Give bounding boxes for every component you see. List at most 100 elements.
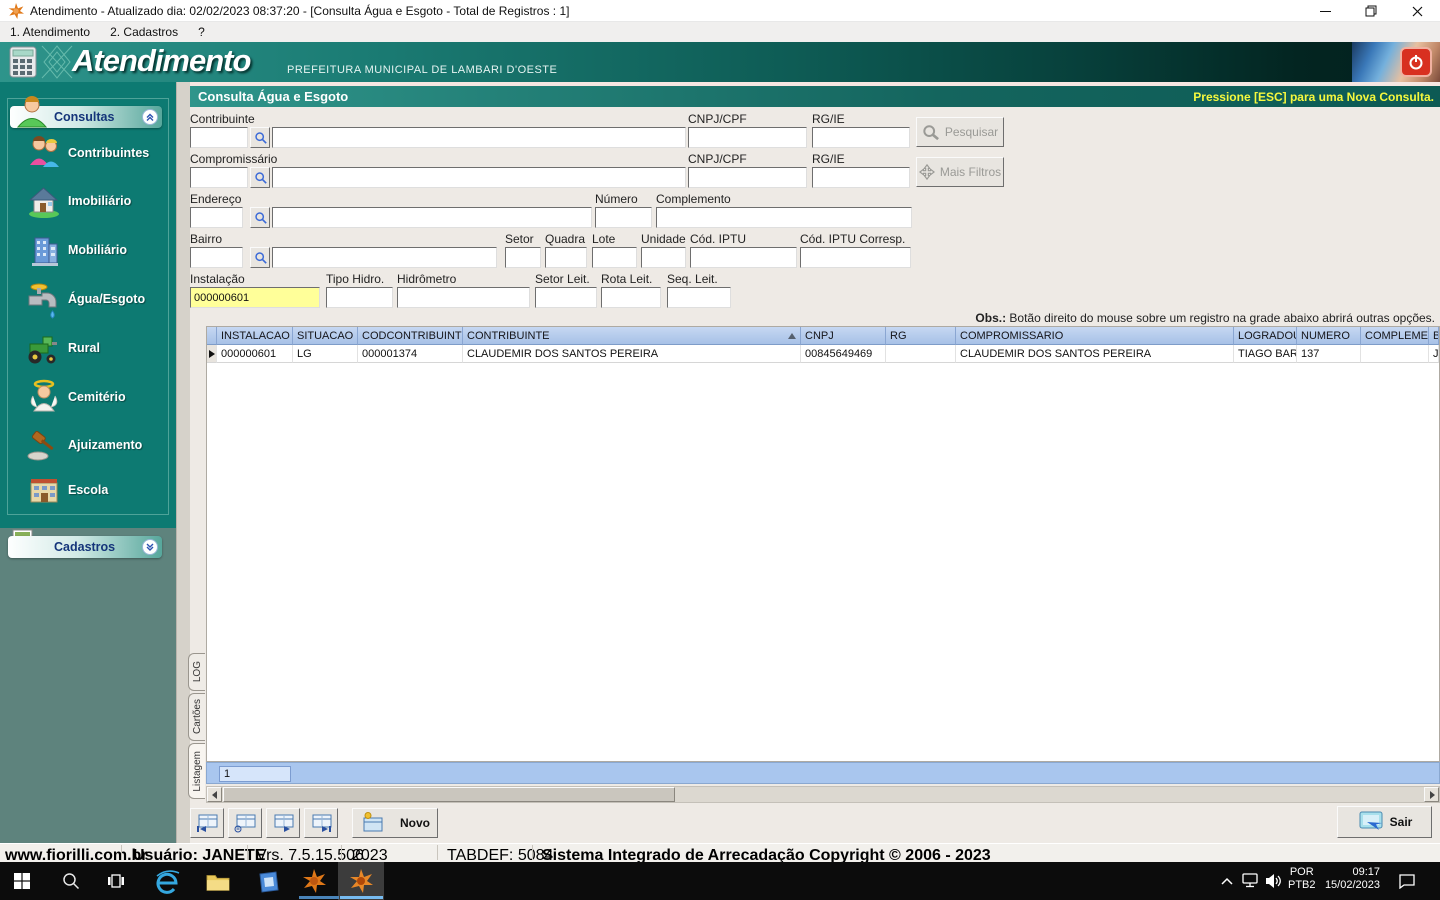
maximize-button[interactable] [1348, 0, 1394, 22]
col-cnpj[interactable]: CNPJ [801, 327, 886, 345]
power-exit-icon[interactable] [1400, 47, 1432, 77]
sair-button[interactable]: Sair [1337, 806, 1432, 838]
endereco-code-input[interactable] [190, 207, 243, 228]
col-numero[interactable]: NUMERO [1297, 327, 1361, 345]
compromissario-code-input[interactable] [190, 167, 248, 188]
seq-leit-input[interactable] [667, 287, 731, 308]
volume-icon[interactable] [1264, 872, 1282, 890]
grid-horizontal-scrollbar[interactable] [206, 786, 1440, 803]
expand-cadastros-button[interactable] [142, 539, 158, 555]
endereco-search-button[interactable] [250, 207, 270, 228]
compromissario-name-input[interactable] [272, 167, 686, 188]
close-button[interactable] [1394, 0, 1440, 22]
menu-atendimento[interactable]: 1. Atendimento [0, 22, 100, 42]
novo-button[interactable]: Novo [352, 808, 438, 838]
running-app-icon[interactable] [302, 869, 326, 893]
sidebar-item-cemiterio[interactable]: Cemitério [68, 390, 126, 404]
sidebar-item-imobiliario[interactable]: Imobiliário [68, 194, 131, 208]
col-instalacao[interactable]: INSTALACAO [217, 327, 293, 345]
minimize-button[interactable] [1302, 0, 1348, 22]
contribuinte-name-input[interactable] [272, 127, 686, 148]
taskbar-search-icon[interactable] [62, 872, 80, 890]
scrollbar-thumb[interactable] [223, 787, 675, 802]
contribuinte-search-button[interactable] [250, 127, 270, 148]
sidebar-item-escola[interactable]: Escola [68, 483, 108, 497]
last-record-button[interactable] [304, 808, 338, 838]
compromissario-rg-input[interactable] [812, 167, 910, 188]
mais-filtros-button[interactable]: Mais Filtros [916, 157, 1004, 187]
start-button-icon[interactable] [14, 873, 30, 889]
col-situacao[interactable]: SITUACAO [293, 327, 358, 345]
cell-instalacao: 000000601 [217, 345, 293, 363]
lote-input[interactable] [592, 247, 637, 268]
notification-center-icon[interactable] [1398, 873, 1416, 889]
col-codcontribuinte[interactable]: CODCONTRIBUINTE [358, 327, 463, 345]
cod-iptu-corresp-input[interactable] [800, 247, 911, 268]
col-bairro[interactable]: BA [1429, 327, 1439, 345]
numero-input[interactable] [595, 207, 652, 228]
tipo-hidro-input[interactable] [326, 287, 393, 308]
page-number-box[interactable]: 1 [219, 766, 291, 782]
running-app-indicator [299, 896, 339, 899]
table-row[interactable]: 000000601 LG 000001374 CLAUDEMIR DOS SAN… [207, 345, 1439, 363]
prior-record-button[interactable] [228, 808, 262, 838]
tray-chevron-up-icon[interactable] [1220, 876, 1234, 886]
first-record-button[interactable] [190, 808, 224, 838]
cod-iptu-input[interactable] [690, 247, 797, 268]
rota-leit-input[interactable] [601, 287, 661, 308]
active-app-icon[interactable] [349, 869, 373, 893]
col-compromissario[interactable]: COMPROMISSARIO [956, 327, 1234, 345]
tab-listagem[interactable]: Listagem [188, 743, 205, 799]
compromissario-cnpj-input[interactable] [688, 167, 807, 188]
sidebar-section-cadastros[interactable]: Cadastros [8, 536, 162, 558]
pesquisar-label: Pesquisar [944, 125, 999, 139]
internet-explorer-icon[interactable] [155, 868, 181, 894]
contribuinte-cnpj-input[interactable] [688, 127, 807, 148]
pesquisar-button[interactable]: Pesquisar [916, 117, 1004, 147]
contribuinte-code-input[interactable] [190, 127, 248, 148]
bairro-name-input[interactable] [272, 247, 497, 268]
minimize-icon [1319, 10, 1331, 12]
tab-log[interactable]: LOG [188, 653, 205, 691]
contribuinte-rg-input[interactable] [812, 127, 910, 148]
next-record-button[interactable] [266, 808, 300, 838]
calculator-icon [9, 46, 37, 78]
scroll-right-button[interactable] [1424, 787, 1439, 802]
bairro-code-input[interactable] [190, 247, 243, 268]
language-indicator[interactable]: POR PTB2 [1288, 866, 1316, 892]
network-icon[interactable] [1242, 873, 1260, 889]
setor-input[interactable] [505, 247, 541, 268]
hidrometro-input[interactable] [397, 287, 530, 308]
col-logradouro[interactable]: LOGRADOU [1234, 327, 1297, 345]
col-rg[interactable]: RG [886, 327, 956, 345]
status-divider [437, 845, 438, 860]
endereco-name-input[interactable] [272, 207, 592, 228]
sidebar-item-ajuizamento[interactable]: Ajuizamento [68, 438, 142, 452]
scroll-left-button[interactable] [207, 787, 222, 802]
sidebar-item-contribuintes[interactable]: Contribuintes [68, 146, 149, 160]
clock[interactable]: 09:17 15/02/2023 [1322, 866, 1380, 892]
current-row-arrow-icon [208, 349, 215, 358]
window-titlebar: Atendimento - Atualizado dia: 02/02/2023… [0, 0, 1440, 22]
complemento-input[interactable] [656, 207, 912, 228]
compromissario-search-button[interactable] [250, 167, 270, 188]
task-view-icon[interactable] [108, 873, 124, 889]
menu-help[interactable]: ? [188, 22, 215, 42]
sidebar-item-rural[interactable]: Rural [68, 341, 100, 355]
instalacao-input[interactable]: 000000601 [190, 287, 320, 308]
blue-app-icon[interactable] [256, 870, 280, 894]
window-title: Atendimento - Atualizado dia: 02/02/2023… [30, 4, 570, 18]
collapse-consultas-button[interactable] [142, 109, 158, 125]
unidade-input[interactable] [641, 247, 686, 268]
bairro-search-button[interactable] [250, 247, 270, 268]
col-contribuinte[interactable]: CONTRIBUINTE [463, 327, 801, 345]
magnifier-icon [254, 252, 267, 264]
sidebar-item-agua-esgoto[interactable]: Água/Esgoto [68, 292, 145, 306]
setor-leit-input[interactable] [535, 287, 597, 308]
file-explorer-icon[interactable] [205, 871, 231, 893]
menu-cadastros[interactable]: 2. Cadastros [100, 22, 188, 42]
sidebar-item-mobiliario[interactable]: Mobiliário [68, 243, 127, 257]
quadra-input[interactable] [545, 247, 587, 268]
tab-cartoes[interactable]: Cartões [188, 693, 205, 741]
col-complemento[interactable]: COMPLEME [1361, 327, 1429, 345]
